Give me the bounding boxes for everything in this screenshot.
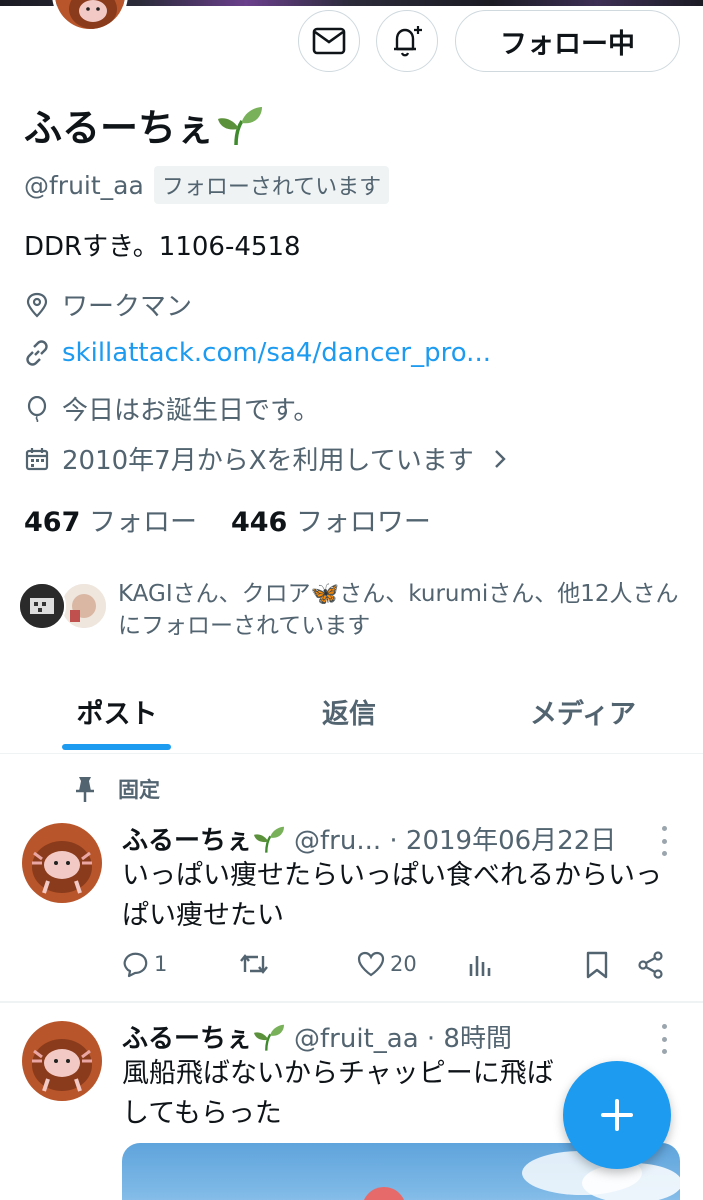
follower-avatar-2 — [60, 582, 108, 630]
reply-count: 1 — [154, 952, 168, 976]
like-count: 20 — [390, 952, 417, 976]
following-count[interactable]: 467 フォロー — [24, 500, 197, 539]
tab-replies[interactable]: 返信 — [262, 670, 436, 752]
share-icon — [638, 951, 663, 979]
post-avatar[interactable] — [22, 823, 102, 903]
calendar-icon — [24, 446, 50, 472]
seedling-icon — [254, 1024, 285, 1051]
joined-text: 2010年7月からXを利用しています — [62, 446, 474, 476]
website-row[interactable]: skillattack.com/sa4/dancer_pro... — [24, 338, 491, 368]
followers-label: フォロワー — [295, 507, 431, 538]
followed-by-avatars — [18, 578, 118, 634]
followed-by-row[interactable]: KAGIさん、クロア🦋さん、kurumiさん、他12人さんにフォローされています — [18, 578, 688, 642]
post-author[interactable]: ふるーちぇ — [122, 1018, 286, 1055]
following-number: 467 — [24, 507, 81, 538]
post-author[interactable]: ふるーちぇ — [122, 820, 286, 857]
reply-icon — [123, 952, 148, 978]
post-text: 風船飛ばないからチャッピーに飛ばしてもらった — [122, 1058, 554, 1129]
reply-button[interactable]: 1 — [122, 950, 167, 978]
active-tab-indicator — [62, 744, 171, 750]
profile-tabs: ポスト 返信 メディア — [0, 670, 703, 754]
post-author-name: ふるーちぇ — [122, 826, 253, 856]
location-row: ワークマン — [24, 286, 192, 323]
post-avatar[interactable] — [22, 1021, 102, 1101]
post-more-button[interactable] — [652, 1024, 676, 1054]
follower-avatar-1 — [18, 582, 66, 630]
post-divider — [0, 1001, 703, 1003]
bar-chart-icon — [469, 956, 491, 976]
location-text: ワークマン — [62, 292, 193, 322]
pin-icon — [76, 777, 94, 802]
link-icon — [24, 340, 50, 366]
profile-avatar[interactable] — [52, 0, 128, 32]
views-button[interactable] — [468, 950, 494, 978]
heart-icon — [357, 951, 385, 977]
envelope-icon — [312, 27, 346, 55]
post-text: いっぱい痩せたらいっぱい食べれるからいっぱい痩せたい — [122, 860, 662, 931]
birthday-row: 今日はお誕生日です。 — [24, 390, 319, 427]
notify-button[interactable] — [376, 10, 438, 72]
location-pin-icon — [24, 292, 50, 318]
post-actions: 1 20 — [122, 950, 682, 986]
chevron-right-icon — [494, 449, 506, 468]
display-name: ふるーちぇ — [24, 97, 264, 152]
joined-row[interactable]: 2010年7月からXを利用しています — [24, 440, 508, 477]
repost-button[interactable] — [238, 950, 270, 978]
following-label: フォロー — [88, 507, 197, 538]
balloon-icon — [24, 395, 50, 422]
bio: DDRすき。1106-4518 — [24, 232, 301, 262]
plus-icon — [601, 1099, 633, 1131]
post-more-button[interactable] — [652, 826, 676, 856]
post-author-name: ふるーちぇ — [122, 1024, 253, 1054]
seedling-icon — [218, 106, 263, 145]
bell-plus-icon — [394, 26, 422, 57]
share-button[interactable] — [636, 950, 666, 980]
bookmark-icon — [586, 951, 608, 979]
followed-by-text: KAGIさん、クロア🦋さん、kurumiさん、他12人さんにフォローされています — [118, 581, 679, 639]
follow-counts: 467 フォロー 446 フォロワー — [24, 500, 431, 539]
post-header: ふるーちぇ @fru... · 2019年06月22日 — [122, 820, 616, 857]
handle-row: @fruit_aa フォローされています — [24, 166, 390, 204]
like-button[interactable]: 20 — [356, 950, 417, 978]
bookmark-button[interactable] — [584, 950, 610, 980]
pinned-label-row: 固定 — [74, 774, 160, 804]
compose-button[interactable] — [563, 1061, 671, 1169]
followers-count[interactable]: 446 フォロワー — [231, 500, 431, 539]
tab-posts[interactable]: ポスト — [30, 670, 204, 752]
pinned-label: 固定 — [118, 778, 160, 802]
tab-media[interactable]: メディア — [496, 670, 670, 752]
repost-icon — [240, 954, 268, 974]
follows-you-badge: フォローされています — [153, 166, 390, 204]
seedling-icon — [254, 826, 285, 853]
followers-number: 446 — [230, 507, 288, 538]
user-handle: @fruit_aa — [24, 170, 144, 200]
post-header: ふるーちぇ @fruit_aa · 8時間 — [122, 1018, 512, 1055]
display-name-text: ふるーちぇ — [24, 106, 215, 150]
message-button[interactable] — [298, 10, 360, 72]
website-link[interactable]: skillattack.com/sa4/dancer_pro... — [62, 338, 491, 368]
post-meta: @fruit_aa · 8時間 — [294, 1024, 512, 1054]
post-meta: @fru... · 2019年06月22日 — [294, 826, 617, 856]
following-button[interactable]: フォロー中 — [455, 10, 680, 72]
birthday-text: 今日はお誕生日です。 — [62, 396, 320, 426]
